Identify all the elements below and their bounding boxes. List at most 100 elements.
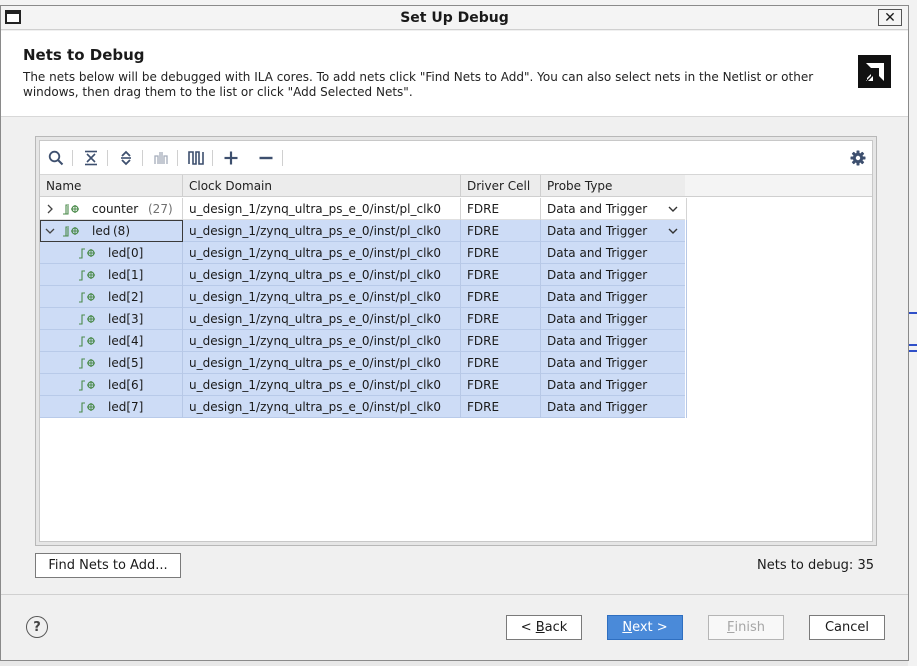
- clock-domain-cell: u_design_1/zynq_ultra_ps_e_0/inst/pl_clk…: [183, 330, 461, 352]
- split-icon[interactable]: [151, 149, 171, 167]
- name-cell: led[1]: [40, 264, 183, 286]
- net-icon: [79, 336, 95, 347]
- chevron-down-icon[interactable]: [668, 198, 678, 220]
- table-header: Name Clock Domain Driver Cell Probe Type: [40, 175, 687, 197]
- net-count: (8): [113, 224, 130, 238]
- probe-type-cell[interactable]: Data and Trigger: [541, 396, 687, 418]
- cancel-button[interactable]: Cancel: [809, 615, 885, 640]
- name-cell: led[3]: [40, 308, 183, 330]
- waveform-icon[interactable]: [186, 149, 206, 167]
- probe-type-dropdown[interactable]: Data and Trigger: [541, 198, 687, 220]
- table-row[interactable]: led (8) u_design_1/zynq_ultra_ps_e_0/ins…: [40, 220, 687, 242]
- net-name: led[5]: [108, 356, 144, 370]
- add-icon[interactable]: [221, 149, 241, 167]
- table-row[interactable]: led[0] u_design_1/zynq_ultra_ps_e_0/inst…: [40, 242, 687, 264]
- finish-mnemonic: F: [727, 620, 735, 635]
- collapse-all-icon[interactable]: [81, 149, 101, 167]
- clock-domain-cell: u_design_1/zynq_ultra_ps_e_0/inst/pl_clk…: [183, 308, 461, 330]
- net-icon: [79, 292, 95, 303]
- nets-table-panel: Name Clock Domain Driver Cell Probe Type…: [35, 136, 877, 546]
- probe-type-cell[interactable]: Data and Trigger: [541, 308, 687, 330]
- probe-type-value: Data and Trigger: [547, 224, 648, 238]
- net-name: led[0]: [108, 246, 144, 260]
- clock-domain-cell: u_design_1/zynq_ultra_ps_e_0/inst/pl_clk…: [183, 264, 461, 286]
- nets-to-debug-count: Nets to debug: 35: [757, 558, 874, 573]
- chevron-down-icon[interactable]: [44, 220, 56, 242]
- next-mnemonic: N: [622, 620, 633, 635]
- toolbar-separator: [107, 150, 108, 166]
- toolbar-separator: [142, 150, 143, 166]
- clock-domain-cell: u_design_1/zynq_ultra_ps_e_0/inst/pl_clk…: [183, 374, 461, 396]
- driver-cell: FDRE: [461, 264, 541, 286]
- table-row[interactable]: led[1] u_design_1/zynq_ultra_ps_e_0/inst…: [40, 264, 687, 286]
- back-button[interactable]: < Back: [506, 615, 582, 640]
- title-bar[interactable]: Set Up Debug ✕: [1, 6, 908, 30]
- chevron-right-icon[interactable]: [44, 198, 56, 220]
- column-header-driver-cell[interactable]: Driver Cell: [461, 175, 541, 197]
- column-header-name[interactable]: Name: [40, 175, 183, 197]
- probe-type-cell[interactable]: Data and Trigger: [541, 352, 687, 374]
- expand-all-icon[interactable]: [116, 149, 136, 167]
- driver-cell: FDRE: [461, 308, 541, 330]
- probe-type-cell[interactable]: Data and Trigger: [541, 286, 687, 308]
- background-artifact: [909, 344, 917, 346]
- name-cell: led[6]: [40, 374, 183, 396]
- clock-domain-cell: u_design_1/zynq_ultra_ps_e_0/inst/pl_clk…: [183, 242, 461, 264]
- table-row[interactable]: led[7] u_design_1/zynq_ultra_ps_e_0/inst…: [40, 396, 687, 418]
- search-icon[interactable]: [46, 149, 66, 167]
- name-cell: led[7]: [40, 396, 183, 418]
- name-cell: led[2]: [40, 286, 183, 308]
- table-row[interactable]: counter (27) u_design_1/zynq_ultra_ps_e_…: [40, 198, 687, 220]
- amd-logo-icon: [858, 55, 891, 88]
- column-header-clock-domain[interactable]: Clock Domain: [183, 175, 461, 197]
- clock-domain-cell: u_design_1/zynq_ultra_ps_e_0/inst/pl_clk…: [183, 198, 461, 220]
- net-icon: [79, 402, 95, 413]
- table-row[interactable]: led[3] u_design_1/zynq_ultra_ps_e_0/inst…: [40, 308, 687, 330]
- background-artifact: [909, 350, 917, 352]
- table-header-filler: [685, 175, 872, 197]
- net-icon: [79, 270, 95, 281]
- finish-label: inish: [734, 620, 765, 635]
- column-header-probe-type[interactable]: Probe Type: [541, 175, 687, 197]
- probe-type-dropdown[interactable]: Data and Trigger: [541, 220, 687, 242]
- net-icon: [79, 314, 95, 325]
- probe-type-cell[interactable]: Data and Trigger: [541, 374, 687, 396]
- close-button[interactable]: ✕: [878, 9, 902, 26]
- table-row[interactable]: led[4] u_design_1/zynq_ultra_ps_e_0/inst…: [40, 330, 687, 352]
- finish-button[interactable]: Finish: [708, 615, 784, 640]
- probe-type-cell[interactable]: Data and Trigger: [541, 330, 687, 352]
- back-mnemonic: B: [535, 620, 545, 635]
- gear-icon[interactable]: [848, 149, 868, 167]
- chevron-down-icon[interactable]: [668, 220, 678, 242]
- table-row[interactable]: led[2] u_design_1/zynq_ultra_ps_e_0/inst…: [40, 286, 687, 308]
- net-count: (27): [148, 202, 173, 216]
- probe-type-cell[interactable]: Data and Trigger: [541, 264, 687, 286]
- driver-cell: FDRE: [461, 220, 541, 242]
- driver-cell: FDRE: [461, 286, 541, 308]
- clock-domain-cell: u_design_1/zynq_ultra_ps_e_0/inst/pl_clk…: [183, 352, 461, 374]
- driver-cell: FDRE: [461, 198, 541, 220]
- nets-table: Name Clock Domain Driver Cell Probe Type…: [39, 140, 873, 542]
- name-cell: led[5]: [40, 352, 183, 374]
- dialog-title: Set Up Debug: [400, 9, 509, 26]
- table-row[interactable]: led[5] u_design_1/zynq_ultra_ps_e_0/inst…: [40, 352, 687, 374]
- net-icon: [79, 248, 95, 259]
- net-name: led[4]: [108, 334, 144, 348]
- toolbar-separator: [212, 150, 213, 166]
- next-button[interactable]: Next >: [607, 615, 683, 640]
- driver-cell: FDRE: [461, 352, 541, 374]
- page-description: The nets below will be debugged with ILA…: [23, 70, 814, 99]
- probe-type-cell[interactable]: Data and Trigger: [541, 242, 687, 264]
- table-row[interactable]: led[6] u_design_1/zynq_ultra_ps_e_0/inst…: [40, 374, 687, 396]
- footer-divider: [1, 594, 908, 595]
- net-icon: [79, 380, 95, 391]
- driver-cell: FDRE: [461, 396, 541, 418]
- name-cell: counter (27): [40, 198, 183, 220]
- name-cell: led[0]: [40, 242, 183, 264]
- back-label: ack: [544, 620, 568, 635]
- background-artifact: [909, 312, 917, 314]
- remove-icon[interactable]: [256, 149, 276, 167]
- net-name: led: [92, 224, 111, 238]
- find-nets-to-add-button[interactable]: Find Nets to Add...: [35, 553, 181, 578]
- help-button[interactable]: ?: [26, 616, 48, 638]
